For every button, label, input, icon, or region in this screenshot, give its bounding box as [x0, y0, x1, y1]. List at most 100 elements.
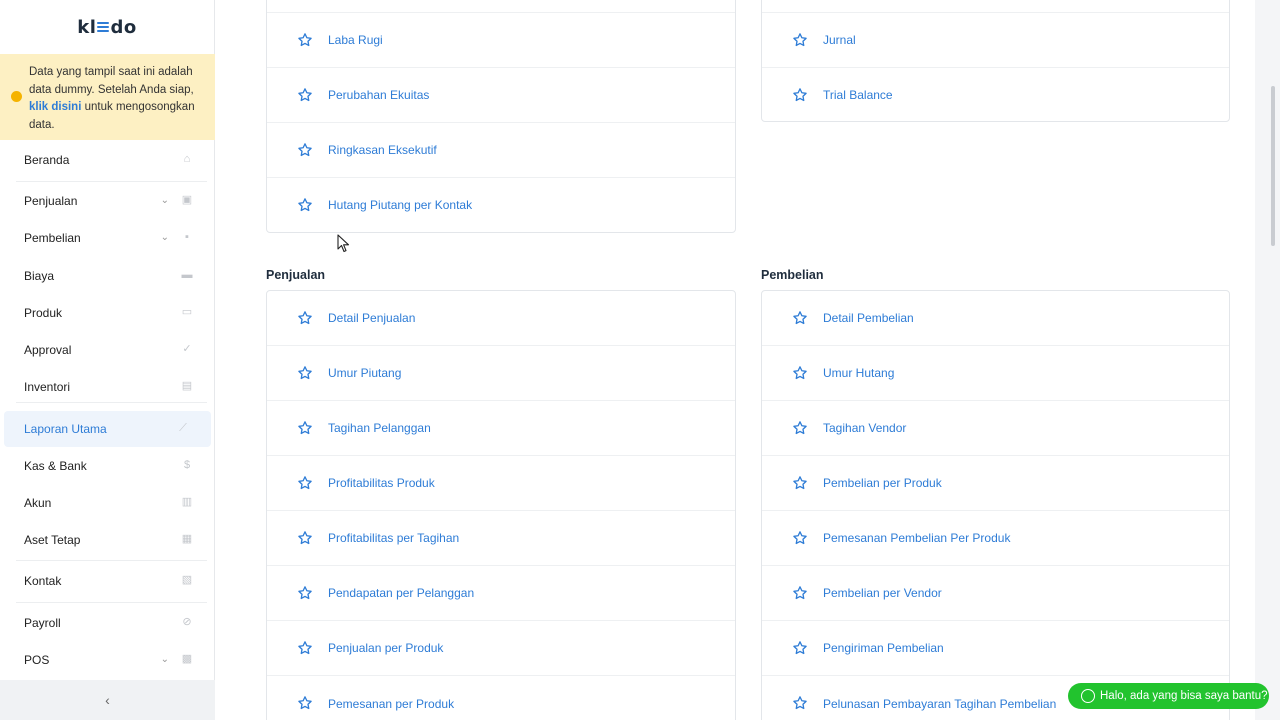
- report-link-pembelian-per-vendor[interactable]: Pembelian per Vendor: [762, 566, 1229, 621]
- favorite-star-icon[interactable]: [297, 197, 313, 213]
- report-link-label[interactable]: Pengiriman Pembelian: [823, 641, 944, 655]
- favorite-star-icon[interactable]: [792, 87, 808, 103]
- box-icon: ▭: [181, 306, 193, 318]
- report-link-label[interactable]: Laba Rugi: [328, 33, 383, 47]
- favorite-star-icon[interactable]: [297, 585, 313, 601]
- report-link-label[interactable]: Ringkasan Eksekutif: [328, 143, 437, 157]
- favorite-star-icon[interactable]: [297, 142, 313, 158]
- favorite-star-icon[interactable]: [792, 475, 808, 491]
- sidebar-item-kontak[interactable]: Kontak ▧: [0, 563, 215, 599]
- favorite-star-icon[interactable]: [297, 420, 313, 436]
- report-link-jurnal[interactable]: Jurnal: [762, 13, 1229, 68]
- report-link-laba-rugi[interactable]: Laba Rugi: [267, 13, 735, 68]
- report-link-perubahan-ekuitas[interactable]: Perubahan Ekuitas: [267, 68, 735, 123]
- report-link-profitabilitas-produk[interactable]: Profitabilitas Produk: [267, 456, 735, 511]
- favorite-star-icon[interactable]: [792, 420, 808, 436]
- favorite-star-icon[interactable]: [297, 87, 313, 103]
- chevron-down-icon[interactable]: ⌄: [161, 654, 169, 665]
- report-link-label[interactable]: Profitabilitas Produk: [328, 476, 435, 490]
- logo-text-right: do: [110, 16, 137, 38]
- report-link-label[interactable]: Pelunasan Pembayaran Tagihan Pembelian: [823, 697, 1056, 711]
- favorite-star-icon[interactable]: [792, 530, 808, 546]
- favorite-star-icon[interactable]: [297, 365, 313, 381]
- report-link-label[interactable]: Umur Hutang: [823, 366, 894, 380]
- main-content: Laba Rugi Perubahan Ekuitas Ringkasan Ekse…: [215, 0, 1255, 720]
- report-link-label[interactable]: Pendapatan per Pelanggan: [328, 586, 474, 600]
- report-link-penjualan-per-produk[interactable]: Penjualan per Produk: [267, 621, 735, 676]
- report-link-umur-hutang[interactable]: Umur Hutang: [762, 346, 1229, 401]
- sidebar-item-kas-bank[interactable]: Kas & Bank $: [0, 448, 215, 484]
- sidebar-item-pembelian[interactable]: Pembelian ⌄ ▪: [0, 220, 215, 256]
- report-link-label[interactable]: Pemesanan Pembelian Per Produk: [823, 531, 1010, 545]
- report-link-label[interactable]: Perubahan Ekuitas: [328, 88, 429, 102]
- favorite-star-icon[interactable]: [792, 585, 808, 601]
- whatsapp-chat-button[interactable]: Halo, ada yang bisa saya bantu?: [1068, 683, 1269, 709]
- report-link-label[interactable]: Tagihan Vendor: [823, 421, 906, 435]
- report-link-label[interactable]: Detail Penjualan: [328, 311, 415, 325]
- row-separator: [267, 12, 735, 13]
- report-link-pengiriman-pembelian[interactable]: Pengiriman Pembelian: [762, 621, 1229, 676]
- section-title-purchases: Pembelian: [761, 268, 824, 282]
- report-card-ledger: Jurnal Trial Balance: [761, 0, 1230, 122]
- sidebar-item-biaya[interactable]: Biaya ▬: [0, 258, 215, 294]
- kledo-logo[interactable]: kl do: [0, 0, 214, 54]
- scrollbar-thumb[interactable]: [1271, 86, 1275, 246]
- collapse-sidebar-button[interactable]: ‹: [0, 680, 215, 720]
- report-link-label[interactable]: Detail Pembelian: [823, 311, 914, 325]
- scrollbar-track[interactable]: [1255, 0, 1280, 720]
- favorite-star-icon[interactable]: [297, 32, 313, 48]
- chevron-down-icon[interactable]: ⌄: [161, 232, 169, 243]
- sidebar-item-beranda[interactable]: Beranda ⌂: [0, 142, 215, 178]
- sidebar-item-approval[interactable]: Approval ✓: [0, 332, 215, 368]
- sidebar-item-akun[interactable]: Akun ▥: [0, 485, 215, 521]
- favorite-star-icon[interactable]: [297, 530, 313, 546]
- report-link-hutang-piutang-per-kontak[interactable]: Hutang Piutang per Kontak: [267, 178, 735, 232]
- report-link-label[interactable]: Tagihan Pelanggan: [328, 421, 431, 435]
- report-link-label[interactable]: Penjualan per Produk: [328, 641, 443, 655]
- favorite-star-icon[interactable]: [792, 32, 808, 48]
- sidebar-item-penjualan[interactable]: Penjualan ⌄ ▣: [0, 183, 215, 219]
- sidebar-item-inventori[interactable]: Inventori ▤: [0, 369, 215, 405]
- report-link-label[interactable]: Umur Piutang: [328, 366, 401, 380]
- favorite-star-icon[interactable]: [297, 475, 313, 491]
- favorite-star-icon[interactable]: [792, 640, 808, 656]
- whatsapp-icon: [1081, 689, 1095, 703]
- report-link-tagihan-pelanggan[interactable]: Tagihan Pelanggan: [267, 401, 735, 456]
- report-link-label[interactable]: Pembelian per Produk: [823, 476, 942, 490]
- report-link-umur-piutang[interactable]: Umur Piutang: [267, 346, 735, 401]
- report-link-detail-penjualan[interactable]: Detail Penjualan: [267, 291, 735, 346]
- report-link-detail-pembelian[interactable]: Detail Pembelian: [762, 291, 1229, 346]
- chevron-down-icon[interactable]: ⌄: [161, 195, 169, 206]
- favorite-star-icon[interactable]: [792, 695, 808, 711]
- check-circle-icon: ⊘: [182, 616, 192, 628]
- sidebar-item-laporan-utama[interactable]: Laporan Utama ⟋: [4, 411, 211, 447]
- report-link-label[interactable]: Pemesanan per Produk: [328, 697, 454, 711]
- favorite-star-icon[interactable]: [297, 695, 313, 711]
- sidebar-item-payroll[interactable]: Payroll ⊘: [0, 605, 215, 641]
- favorite-star-icon[interactable]: [792, 310, 808, 326]
- favorite-star-icon[interactable]: [297, 640, 313, 656]
- sidebar-item-pos[interactable]: POS ⌄ ▩: [0, 642, 215, 678]
- report-link-pemesanan-per-produk[interactable]: Pemesanan per Produk: [267, 676, 735, 720]
- report-link-label[interactable]: Pembelian per Vendor: [823, 586, 942, 600]
- report-link-label[interactable]: Profitabilitas per Tagihan: [328, 531, 459, 545]
- report-link-pemesanan-pembelian-per-produk[interactable]: Pemesanan Pembelian Per Produk: [762, 511, 1229, 566]
- favorite-star-icon[interactable]: [792, 365, 808, 381]
- sidebar-item-aset-tetap[interactable]: Aset Tetap ▦: [0, 522, 215, 558]
- sidebar-item-produk[interactable]: Produk ▭: [0, 295, 215, 331]
- report-link-ringkasan-eksekutif[interactable]: Ringkasan Eksekutif: [267, 123, 735, 178]
- report-link-label[interactable]: Jurnal: [823, 33, 856, 47]
- favorite-star-icon[interactable]: [297, 310, 313, 326]
- contact-card-icon: ▧: [181, 574, 193, 586]
- report-card-general: Laba Rugi Perubahan Ekuitas Ringkasan Ekse…: [266, 0, 736, 233]
- report-link-label[interactable]: Hutang Piutang per Kontak: [328, 198, 472, 212]
- report-link-profitabilitas-per-tagihan[interactable]: Profitabilitas per Tagihan: [267, 511, 735, 566]
- report-link-pendapatan-per-pelanggan[interactable]: Pendapatan per Pelanggan: [267, 566, 735, 621]
- section-title-sales: Penjualan: [266, 268, 326, 282]
- report-link-tagihan-vendor[interactable]: Tagihan Vendor: [762, 401, 1229, 456]
- logo-mark-icon: [97, 22, 110, 34]
- clear-data-link[interactable]: klik disini: [29, 101, 81, 113]
- report-link-label[interactable]: Trial Balance: [823, 88, 893, 102]
- report-link-pembelian-per-produk[interactable]: Pembelian per Produk: [762, 456, 1229, 511]
- report-link-trial-balance[interactable]: Trial Balance: [762, 68, 1229, 121]
